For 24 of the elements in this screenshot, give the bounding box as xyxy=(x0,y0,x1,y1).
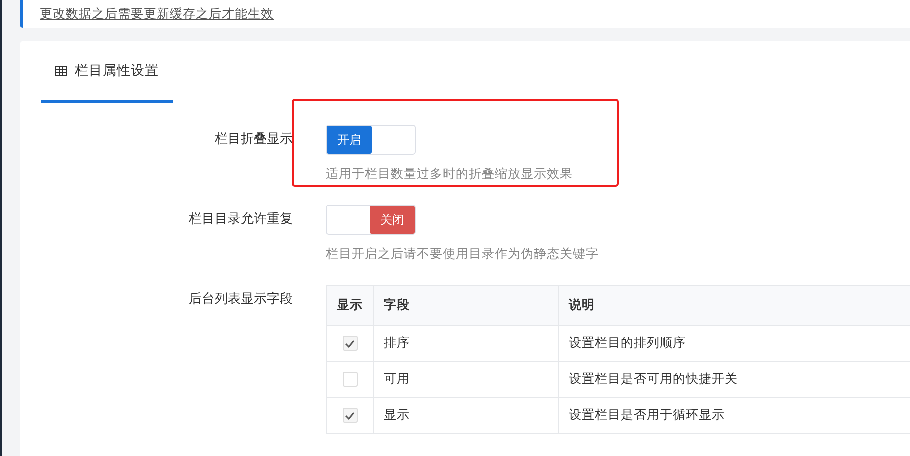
checkbox[interactable] xyxy=(342,336,358,351)
table-cell: 可用 xyxy=(373,362,558,397)
help-text: 栏目开启之后请不要使用目录作为伪静态关键字 xyxy=(326,246,599,263)
check-icon xyxy=(345,412,355,420)
column-header: 说明 xyxy=(558,286,910,325)
checkbox[interactable] xyxy=(342,372,358,387)
column-header: 显示 xyxy=(336,296,364,314)
setting-label: 后台列表显示字段 xyxy=(188,291,293,309)
help-text: 适用于栏目数量过多时的折叠缩放显示效果 xyxy=(326,166,573,183)
table-icon xyxy=(55,66,67,76)
notice-link[interactable]: 更改数据之后需要更新缓存之后才能生效 xyxy=(40,6,274,22)
setting-label: 栏目目录允许重复 xyxy=(188,211,293,229)
toggle-switch[interactable]: 关闭 xyxy=(326,205,416,235)
table-cell: 显示 xyxy=(373,398,558,433)
check-icon xyxy=(345,340,355,348)
table-cell: 排序 xyxy=(373,326,558,361)
table-cell: 设置栏目的排列顺序 xyxy=(558,326,910,361)
table-cell: 设置栏目是否用于循环显示 xyxy=(558,398,910,433)
table-cell: 设置栏目是否可用的快捷开关 xyxy=(558,362,910,397)
setting-label: 栏目折叠显示 xyxy=(214,131,293,149)
column-header: 字段 xyxy=(373,286,558,325)
tab[interactable]: 栏目属性设置 xyxy=(41,41,173,103)
toggle-switch[interactable]: 开启 xyxy=(326,125,416,155)
checkbox[interactable] xyxy=(342,408,358,423)
